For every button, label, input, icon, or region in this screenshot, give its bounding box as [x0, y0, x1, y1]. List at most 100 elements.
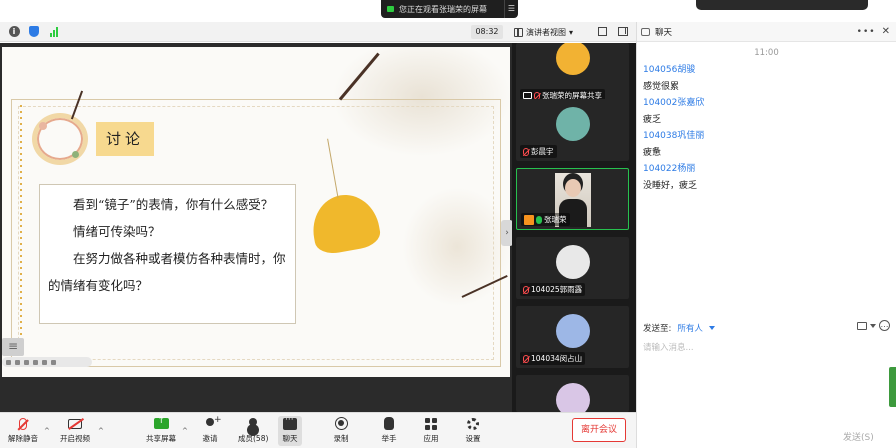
share-screen-label: 共享屏幕: [146, 434, 176, 443]
share-screen-button[interactable]: 共享屏幕: [146, 416, 176, 446]
apps-button[interactable]: 应用: [423, 416, 439, 446]
mic-muted-icon: [523, 147, 529, 156]
send-button[interactable]: 发送(S): [843, 430, 874, 443]
participant-name: 104025郭雨露: [531, 285, 583, 294]
chevron-up-icon[interactable]: ^: [182, 427, 188, 435]
raise-hand-button[interactable]: 举手: [381, 416, 397, 446]
meeting-info-button[interactable]: i: [8, 26, 20, 38]
avatar: [556, 43, 590, 75]
slide-dotted-border: [20, 105, 22, 355]
eraser-icon[interactable]: [33, 359, 38, 365]
pointer-icon[interactable]: [6, 359, 11, 365]
chat-header: 聊天 ••• ✕: [637, 22, 896, 42]
chat-button[interactable]: 聊天: [278, 415, 302, 446]
raise-hand-label: 举手: [381, 434, 397, 443]
chat-input[interactable]: [643, 338, 891, 358]
chevron-down-icon: [708, 326, 715, 330]
screen-share-indicator-icon: [387, 6, 394, 12]
apps-grid-icon: [425, 417, 437, 430]
shield-icon: [29, 26, 39, 37]
message-text: 疲惫: [643, 148, 662, 158]
view-mode-label: 演讲者视图: [526, 27, 566, 37]
message-sender[interactable]: 104002张嘉欣: [643, 95, 890, 112]
chevron-down-icon[interactable]: [870, 324, 876, 328]
mic-muted-icon: [523, 285, 529, 294]
fullscreen-icon[interactable]: [598, 27, 607, 36]
text-icon[interactable]: [51, 359, 56, 365]
invite-label: 邀请: [202, 434, 218, 443]
members-icon: [249, 417, 258, 426]
pen-icon[interactable]: [15, 359, 20, 365]
video-tile[interactable]: [516, 375, 629, 412]
message-text: 感觉很累: [643, 82, 680, 92]
message-text: 疲乏: [643, 115, 662, 125]
signal-icon: [50, 26, 58, 37]
record-button[interactable]: 录制: [333, 416, 349, 446]
message-sender[interactable]: 104038巩佳丽: [643, 128, 890, 145]
floating-video-pill[interactable]: [696, 0, 868, 10]
video-gallery: 张瑞荣的屏幕共享 彭晨宇 张瑞荣 104025郭雨露 104034闵占山: [512, 43, 636, 412]
settings-button[interactable]: 设置: [465, 416, 481, 446]
gear-icon: [467, 417, 479, 430]
network-status-button[interactable]: [48, 26, 60, 38]
send-to-label: 发送至:: [643, 324, 672, 334]
video-tile[interactable]: 彭晨宇: [516, 99, 629, 161]
annotation-toolbar[interactable]: [2, 357, 92, 367]
video-tile[interactable]: 104025郭雨露: [516, 237, 629, 299]
hand-icon-wrap: [381, 416, 397, 431]
tile-name-tag: 104025郭雨露: [520, 283, 586, 296]
meeting-timer: 08:32: [471, 25, 503, 39]
avatar: [556, 383, 590, 412]
gear-icon-wrap: [465, 416, 481, 431]
side-widget-tab[interactable]: [889, 367, 896, 407]
view-mode-dropdown[interactable]: 演讲者视图 ▾: [514, 25, 586, 39]
more-options-icon[interactable]: •••: [857, 27, 876, 37]
toggle-sidebar-icon[interactable]: [618, 27, 628, 36]
apps-icon-wrap: [423, 416, 439, 431]
send-to-selector[interactable]: 发送至: 所有人: [643, 322, 715, 334]
members-button[interactable]: 成员(58): [238, 416, 268, 446]
unmute-label: 解除静音: [8, 434, 38, 443]
viewing-banner-text: 您正在观看张瑞荣的屏幕: [399, 4, 487, 14]
mic-muted-icon: [523, 354, 529, 363]
user-icon: [524, 214, 534, 225]
start-video-button[interactable]: 开启视频: [60, 416, 90, 446]
tile-name-tag: 彭晨宇: [520, 145, 557, 158]
more-icon[interactable]: …: [879, 320, 890, 331]
chat-messages: 104056胡骏 感觉很累 104002张嘉欣 疲乏 104038巩佳丽 疲惫 …: [637, 58, 896, 194]
invite-button[interactable]: 邀请: [202, 415, 222, 446]
avatar: [556, 245, 590, 279]
participant-name: 104034闵占山: [531, 354, 583, 363]
shape-icon[interactable]: [42, 359, 47, 365]
apps-label: 应用: [423, 434, 439, 443]
chevron-up-icon[interactable]: ^: [44, 427, 50, 435]
record-icon: [334, 417, 348, 430]
record-label: 录制: [333, 434, 349, 443]
file-icon[interactable]: [857, 322, 867, 330]
chat-timestamp: 11:00: [754, 48, 779, 58]
video-tile[interactable]: 张瑞荣的屏幕共享: [516, 43, 629, 105]
leave-meeting-button[interactable]: 离开会议: [572, 418, 626, 442]
message-sender[interactable]: 104022杨丽: [643, 161, 890, 178]
mic-muted-icon: [19, 417, 27, 430]
unmute-button[interactable]: 解除静音: [8, 416, 38, 446]
chat-icon-wrap: [282, 415, 298, 431]
chevron-up-icon[interactable]: ^: [98, 427, 104, 435]
record-icon-wrap: [333, 416, 349, 431]
highlighter-icon[interactable]: [24, 359, 29, 365]
slide-panel-toggle[interactable]: [2, 338, 24, 356]
close-icon[interactable]: ✕: [882, 26, 890, 37]
banner-menu-icon[interactable]: ☰: [504, 0, 518, 18]
video-tile-active-speaker[interactable]: 张瑞荣: [516, 168, 629, 230]
chat-bubble-icon: [641, 27, 650, 36]
participant-name: 张瑞荣: [544, 215, 567, 224]
mic-icon-wrap: [15, 416, 31, 431]
chat-icon: [283, 415, 297, 430]
security-button[interactable]: [28, 26, 40, 38]
chevron-down-icon: ▾: [569, 27, 574, 37]
message-sender[interactable]: 104056胡骏: [643, 62, 890, 79]
avatar: [556, 314, 590, 348]
video-tile[interactable]: 104034闵占山: [516, 306, 629, 368]
screen-share-icon: [523, 92, 532, 99]
add-person-icon: [206, 415, 222, 426]
